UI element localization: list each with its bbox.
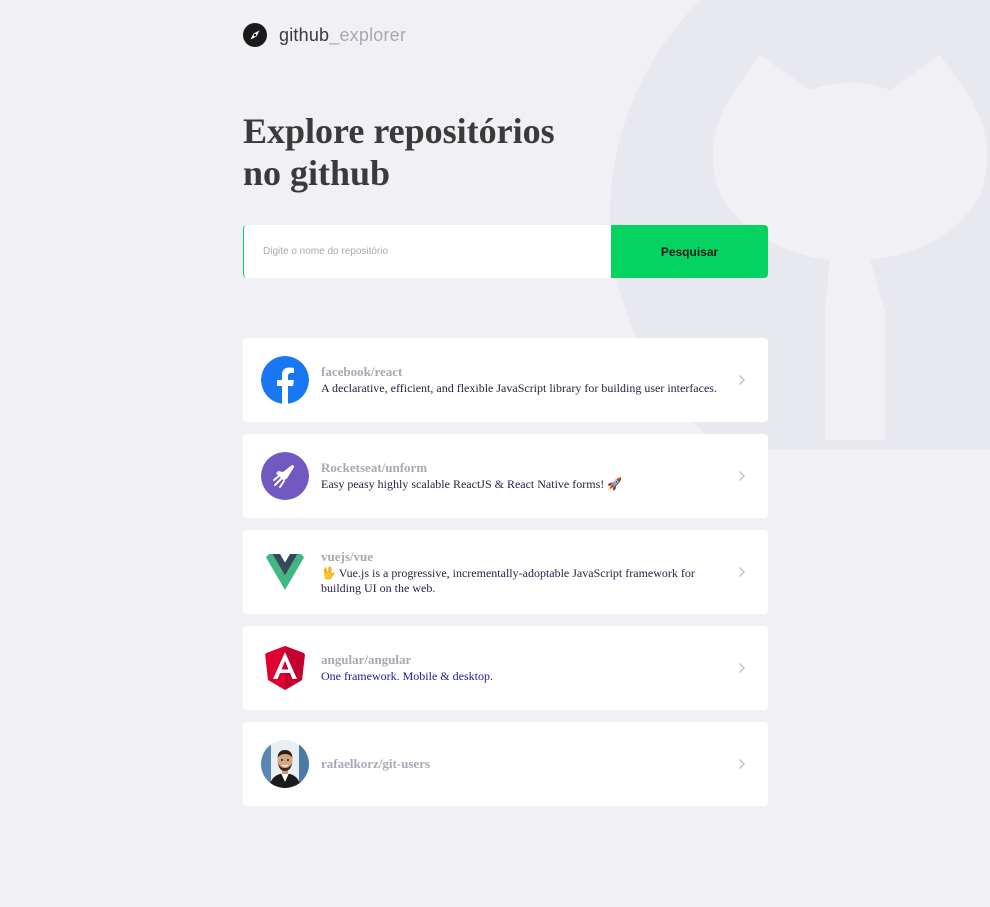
logo-text-primary: github — [279, 24, 330, 45]
repository-list: facebook/react A declarative, efficient,… — [243, 338, 768, 818]
repository-description: Easy peasy highly scalable ReactJS & Rea… — [321, 477, 623, 491]
repository-avatar — [261, 548, 309, 596]
repository-description: One framework. Mobile & desktop. — [321, 669, 493, 683]
search-button[interactable]: Pesquisar — [611, 225, 768, 278]
repository-item-rocketseat-unform[interactable]: Rocketseat/unform Easy peasy highly scal… — [243, 434, 768, 518]
repository-avatar — [261, 356, 309, 404]
chevron-right-icon — [739, 759, 745, 769]
repository-description: A declarative, efficient, and flexible J… — [321, 381, 717, 395]
repository-text: vuejs/vue 🖖 Vue.js is a progressive, inc… — [321, 549, 750, 596]
chevron-right-icon — [739, 663, 745, 673]
chevron-right-icon — [739, 567, 745, 577]
repository-search-input[interactable] — [243, 225, 611, 278]
repository-avatar — [261, 740, 309, 788]
chevron-right-icon — [739, 471, 745, 481]
repository-text: Rocketseat/unform Easy peasy highly scal… — [321, 460, 750, 492]
repository-name: vuejs/vue — [321, 548, 373, 564]
chevron-right-icon — [739, 375, 745, 385]
repository-name: rafaelkorz/git-users — [321, 756, 431, 771]
search-form: Pesquisar — [243, 225, 768, 278]
page-title: Explore repositórios no github — [243, 110, 693, 194]
repository-avatar — [261, 452, 309, 500]
repository-item-vuejs-vue[interactable]: vuejs/vue 🖖 Vue.js is a progressive, inc… — [243, 530, 768, 614]
angular-logo-icon — [261, 644, 309, 692]
facebook-logo-icon — [261, 356, 309, 404]
logo-text: github_explorer — [279, 25, 406, 46]
repository-description: 🖖 Vue.js is a progressive, incrementally… — [321, 565, 695, 595]
repository-avatar — [261, 644, 309, 692]
page: github_explorer Explore repositórios no … — [0, 0, 990, 907]
repository-text: rafaelkorz/git-users — [321, 756, 750, 772]
page-title-line-2: no github — [243, 153, 391, 193]
repository-item-rafaelkorz-git-users[interactable]: rafaelkorz/git-users — [243, 722, 768, 806]
repository-name: facebook/react — [321, 364, 403, 379]
repository-item-facebook-react[interactable]: facebook/react A declarative, efficient,… — [243, 338, 768, 422]
repository-name: Rocketseat/unform — [321, 460, 428, 475]
app-logo[interactable]: github_explorer — [243, 22, 406, 48]
rocketseat-logo-icon — [261, 452, 309, 500]
repository-item-angular-angular[interactable]: angular/angular One framework. Mobile & … — [243, 626, 768, 710]
vue-logo-icon — [261, 548, 309, 596]
repository-text: angular/angular One framework. Mobile & … — [321, 652, 750, 684]
repository-name: angular/angular — [321, 652, 412, 667]
page-title-line-1: Explore repositórios — [243, 111, 555, 151]
logo-text-secondary: _explorer — [329, 24, 407, 45]
user-avatar-icon — [261, 740, 309, 788]
compass-icon — [243, 23, 267, 47]
repository-text: facebook/react A declarative, efficient,… — [321, 364, 750, 396]
